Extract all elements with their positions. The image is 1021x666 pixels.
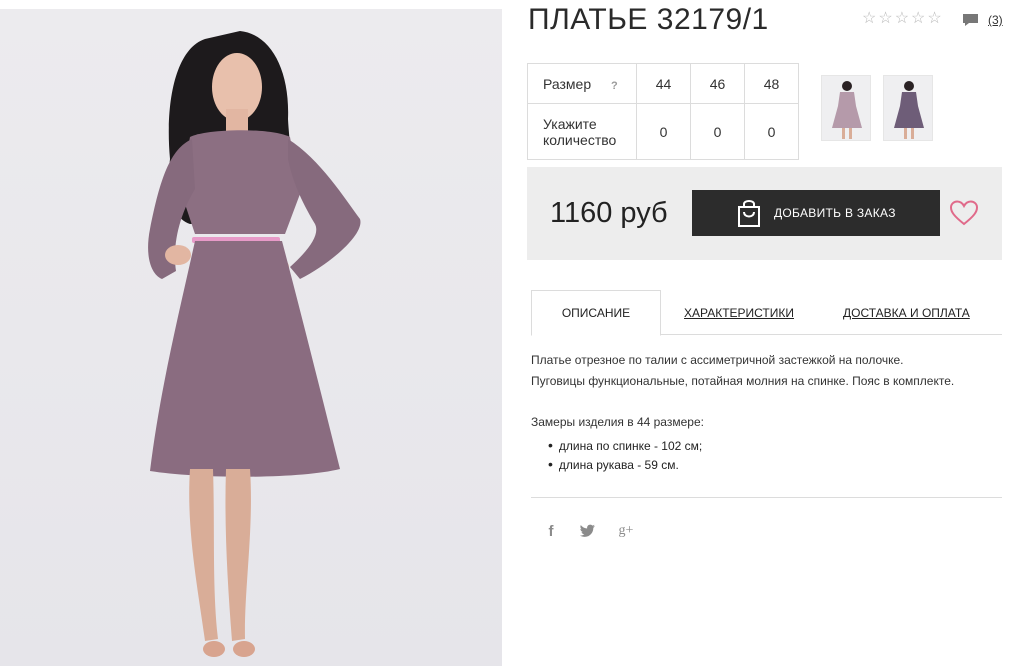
- tab-characteristics-label: ХАРАКТЕРИСТИКИ: [684, 305, 795, 320]
- tab-delivery-payment[interactable]: ДОСТАВКА И ОПЛАТА: [843, 290, 970, 335]
- quantity-input-48[interactable]: 0: [744, 103, 799, 160]
- list-item: длина рукава - 59 см.: [548, 455, 702, 474]
- product-thumbnail-1[interactable]: [821, 75, 871, 141]
- list-item: длина по спинке - 102 см;: [548, 436, 702, 455]
- measurements-list: длина по спинке - 102 см; длина рукава -…: [548, 436, 702, 474]
- size-label: Размер: [543, 75, 592, 92]
- twitter-icon[interactable]: [578, 520, 598, 542]
- star-icon[interactable]: ☆: [895, 10, 909, 28]
- star-icon[interactable]: ☆: [927, 10, 941, 28]
- quantity-input-44[interactable]: 0: [636, 103, 691, 160]
- facebook-icon[interactable]: f: [541, 520, 561, 542]
- product-price: 1160 руб: [550, 197, 668, 229]
- quantity-label-line1: Укажите: [543, 115, 597, 132]
- quantity-label-line2: количество: [543, 131, 617, 148]
- divider: [531, 497, 1002, 498]
- buy-box: 1160 руб ДОБАВИТЬ В ЗАКАЗ: [527, 167, 1002, 260]
- comment-bubble-icon[interactable]: [962, 13, 979, 27]
- description-line-2: Пуговицы функциональные, потайная молния…: [531, 374, 955, 388]
- size-46: 46: [690, 63, 745, 104]
- quantity-label-cell: Укажите количество: [527, 103, 637, 160]
- tab-description-label: ОПИСАНИЕ: [561, 306, 631, 320]
- product-thumbnail-2[interactable]: [883, 75, 933, 141]
- size-label-cell: Размер ?: [527, 63, 637, 104]
- product-title: ПЛАТЬЕ 32179/1: [528, 3, 769, 36]
- rating-stars[interactable]: ☆ ☆ ☆ ☆ ☆: [862, 10, 942, 28]
- measurements-title: Замеры изделия в 44 размере:: [531, 415, 704, 429]
- product-info-tabs: ОПИСАНИЕ ХАРАКТЕРИСТИКИ ДОСТАВКА И ОПЛАТ…: [531, 290, 1002, 336]
- heart-outline-icon[interactable]: [950, 200, 978, 226]
- review-count-link[interactable]: (3): [988, 13, 1003, 27]
- tab-characteristics[interactable]: ХАРАКТЕРИСТИКИ: [684, 290, 794, 335]
- add-to-order-button[interactable]: ДОБАВИТЬ В ЗАКАЗ: [692, 190, 940, 236]
- product-main-photo[interactable]: [0, 9, 502, 666]
- shopping-bag-icon: [738, 200, 760, 227]
- description-line-1: Платье отрезное по талии с ассиметричной…: [531, 353, 904, 367]
- star-icon[interactable]: ☆: [878, 10, 892, 28]
- description-text: Платье отрезное по талии с ассиметричной…: [531, 350, 1011, 392]
- star-icon[interactable]: ☆: [911, 10, 925, 28]
- size-help-icon[interactable]: ?: [611, 80, 618, 92]
- quantity-input-46[interactable]: 0: [690, 103, 745, 160]
- tab-description[interactable]: ОПИСАНИЕ: [531, 290, 661, 336]
- add-to-order-label: ДОБАВИТЬ В ЗАКАЗ: [774, 206, 896, 220]
- size-44: 44: [636, 63, 691, 104]
- tab-delivery-payment-label: ДОСТАВКА И ОПЛАТА: [843, 305, 970, 320]
- google-plus-icon[interactable]: g+: [616, 520, 636, 542]
- star-icon[interactable]: ☆: [862, 10, 876, 28]
- size-48: 48: [744, 63, 799, 104]
- size-quantity-table: Размер ? 44 46 48 Укажите количество 0 0…: [527, 63, 799, 160]
